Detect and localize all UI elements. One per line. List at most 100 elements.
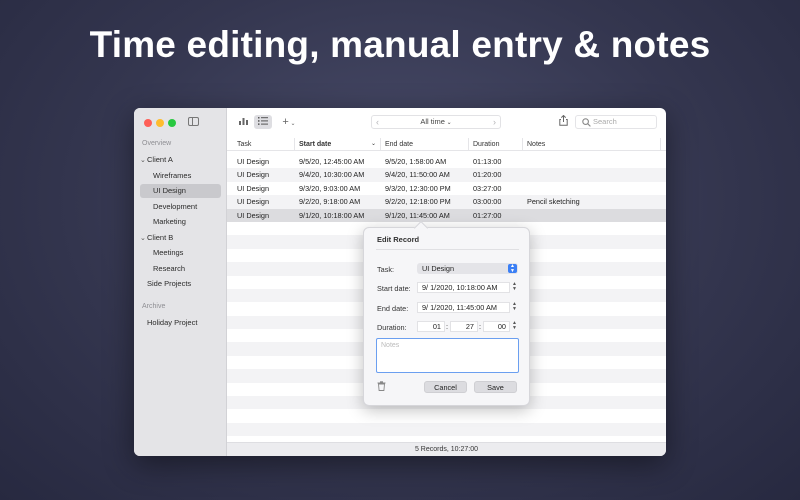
headline: Time editing, manual entry & notes — [89, 24, 711, 65]
sidebar-item-label: Client B — [147, 233, 174, 242]
column-header-task[interactable]: Task — [233, 138, 295, 151]
end-date-stepper[interactable]: ▲ ▼ — [511, 302, 518, 313]
cell-end-date: 9/4/20, 11:50:00 AM — [385, 170, 450, 180]
cell-end-date: 9/2/20, 12:18:00 PM — [385, 197, 451, 207]
cell-task: UI Design — [237, 210, 270, 220]
chevron-down-icon: ⌄ — [444, 120, 452, 126]
duration-minutes-field[interactable]: 27 — [450, 321, 478, 332]
chevron-down-icon[interactable]: ⌄ — [140, 232, 147, 246]
sidebar-item-label: Wireframes — [153, 171, 192, 180]
sidebar-section-archive[interactable]: Archive — [142, 303, 165, 310]
chevron-down-icon[interactable]: ⌄ — [140, 154, 147, 168]
search-placeholder: Search — [593, 117, 617, 126]
list-icon[interactable] — [254, 115, 272, 129]
duration-label: Duration: — [377, 323, 407, 332]
cell-start-date: 9/5/20, 12:45:00 AM — [299, 157, 365, 166]
period-selector[interactable]: All time ⌄ — [372, 116, 500, 129]
cell-duration: 03:00:00 — [473, 197, 502, 207]
start-date-field[interactable]: 9/ 1/2020, 10:18:00 AM — [417, 282, 510, 293]
trash-icon[interactable] — [377, 381, 386, 391]
sidebar-item-label: Holiday Project — [147, 318, 198, 327]
save-button[interactable]: Save — [474, 381, 517, 393]
cancel-button[interactable]: Cancel — [424, 381, 467, 393]
duration-stepper[interactable]: ▲ ▼ — [511, 321, 518, 332]
cell-start-date: 9/1/20, 10:18:00 AM — [299, 210, 365, 220]
table-row[interactable]: UI Design 9/4/20, 10:30:00 AM 9/4/20, 11… — [227, 168, 666, 182]
end-date-field[interactable]: 9/ 1/2020, 11:45:00 AM — [417, 302, 510, 313]
cell-duration: 01:20:00 — [473, 170, 502, 180]
cell-start-date: 9/3/20, 9:03:00 AM — [299, 183, 361, 193]
start-date-label: Start date: — [377, 284, 411, 293]
cell-duration: 01:27:00 — [473, 210, 502, 220]
duration-hours-field[interactable]: 01 — [417, 321, 445, 332]
sidebar-item-ui-design[interactable]: UI Design — [140, 184, 221, 198]
sidebar-item-marketing[interactable]: Marketing — [153, 215, 221, 229]
table-row-selected[interactable]: UI Design 9/1/20, 10:18:00 AM 9/1/20, 11… — [227, 208, 666, 222]
sidebar-item-label: Development — [153, 202, 198, 211]
search-field[interactable]: Search — [575, 115, 657, 129]
cell-duration: 01:13:00 — [473, 157, 502, 166]
sidebar-item-research[interactable]: Research — [153, 262, 221, 276]
minimize-window-button[interactable] — [156, 119, 164, 127]
cell-task: UI Design — [237, 197, 270, 207]
sidebar-section-overview[interactable]: Overview — [142, 140, 171, 147]
column-header-duration[interactable]: Duration — [469, 138, 523, 151]
bar-chart-icon[interactable] — [237, 115, 249, 129]
column-header-start-date[interactable]: Start date ⌄ — [295, 138, 381, 151]
cell-end-date: 9/1/20, 11:45:00 AM — [385, 210, 450, 220]
cell-start-date: 9/2/20, 9:18:00 AM — [299, 197, 361, 207]
search-icon — [582, 118, 591, 127]
task-select[interactable]: UI Design ▲ ▼ — [417, 263, 518, 274]
cell-start-date: 9/4/20, 10:30:00 AM — [299, 170, 365, 180]
cell-task: UI Design — [237, 157, 270, 166]
chevron-up-down-icon: ▲ ▼ — [508, 264, 517, 273]
sidebar-item-wireframes[interactable]: Wireframes — [153, 169, 221, 183]
duration-seconds-field[interactable]: 00 — [483, 321, 510, 332]
cell-end-date: 9/3/20, 12:30:00 PM — [385, 183, 451, 193]
sidebar-group-client-b[interactable]: ⌄Client B — [140, 231, 220, 245]
cell-duration: 03:27:00 — [473, 183, 502, 193]
task-label: Task: — [377, 265, 395, 274]
sidebar-item-label: Research — [153, 264, 186, 273]
cell-notes: Pencil sketching — [527, 197, 580, 207]
add-record-button[interactable]: + ⌄ — [279, 115, 299, 129]
cell-task: UI Design — [237, 170, 270, 180]
divider — [376, 249, 519, 250]
column-header-end-date[interactable]: End date — [381, 138, 469, 151]
sidebar-item-meetings[interactable]: Meetings — [153, 246, 221, 260]
table-header: Task Start date ⌄ End date Duration Notes — [227, 138, 666, 151]
sidebar-item-holiday-project[interactable]: Holiday Project — [147, 316, 221, 330]
sidebar-item-side-projects[interactable]: Side Projects — [147, 277, 221, 291]
popover-title: Edit Record — [377, 235, 420, 244]
duration-separator: : — [446, 322, 449, 331]
sidebar-item-label: Marketing — [153, 217, 186, 226]
chevron-down-icon: ⌄ — [288, 121, 296, 127]
cell-task: UI Design — [237, 183, 270, 193]
sidebar-item-label: Side Projects — [147, 279, 192, 288]
toolbar: + ⌄ ‹ All time ⌄ › Search — [227, 108, 666, 136]
cell-end-date: 9/5/20, 1:58:00 AM — [385, 157, 447, 166]
end-date-label: End date: — [377, 304, 409, 313]
table-row[interactable]: UI Design 9/3/20, 9:03:00 AM 9/3/20, 12:… — [227, 182, 666, 195]
sidebar-item-label: Meetings — [153, 248, 184, 257]
duration-separator: : — [479, 322, 482, 331]
zoom-window-button[interactable] — [168, 119, 176, 127]
table-row[interactable]: UI Design 9/5/20, 12:45:00 AM 9/5/20, 1:… — [227, 155, 666, 168]
sidebar: Overview ⌄Client A Wireframes UI Design … — [134, 108, 227, 456]
period-navigator: ‹ All time ⌄ › — [371, 115, 501, 129]
chevron-right-icon[interactable]: › — [493, 116, 496, 128]
edit-record-popover: Edit Record Task: UI Design ▲ ▼ Start dat… — [363, 227, 530, 406]
sidebar-item-label: Client A — [147, 155, 173, 164]
sidebar-toggle-icon[interactable] — [188, 117, 199, 126]
close-window-button[interactable] — [144, 119, 152, 127]
sidebar-item-label: UI Design — [153, 186, 186, 195]
share-icon[interactable] — [557, 114, 569, 129]
sidebar-group-client-a[interactable]: ⌄Client A — [140, 153, 220, 167]
table-row[interactable]: UI Design 9/2/20, 9:18:00 AM 9/2/20, 12:… — [227, 195, 666, 209]
notes-textarea[interactable]: Notes — [376, 338, 519, 373]
sidebar-item-development[interactable]: Development — [153, 200, 221, 214]
column-header-notes[interactable]: Notes — [523, 138, 661, 151]
chevron-down-icon: ⌄ — [370, 141, 376, 147]
status-bar: 5 Records, 10:27:00 — [227, 442, 666, 456]
start-date-stepper[interactable]: ▲ ▼ — [511, 282, 518, 293]
